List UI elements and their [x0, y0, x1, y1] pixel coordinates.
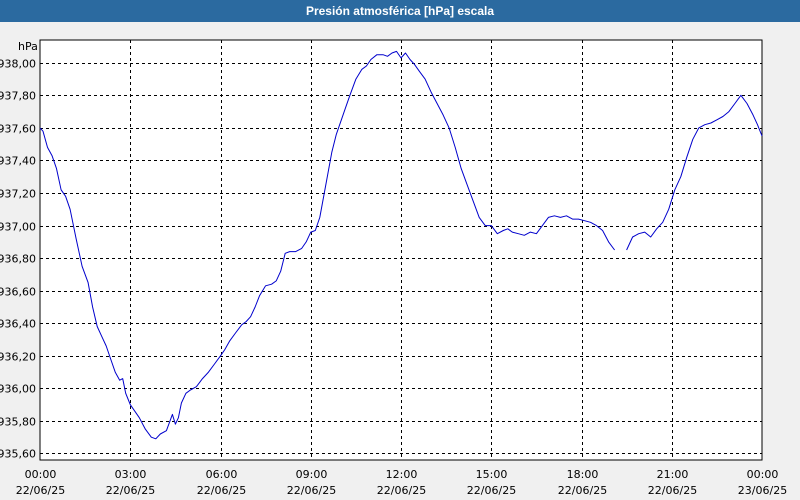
y-tick-label: 937,80	[0, 90, 36, 103]
y-tick-label: 937,60	[0, 123, 36, 136]
x-tick-time: 00:00	[747, 468, 779, 481]
y-tick-label: 937,20	[0, 188, 36, 201]
y-tick-label: 936,20	[0, 351, 36, 364]
x-tick-time: 15:00	[476, 468, 508, 481]
x-tick-date: 22/06/25	[558, 484, 607, 497]
y-tick-label: 935,60	[0, 448, 36, 461]
y-tick-labels: 935,60 935,80 936,00 936,20 936,40 936,60 936,…	[0, 58, 36, 461]
x-tick-time: 03:00	[115, 468, 147, 481]
y-tick-label: 937,00	[0, 221, 36, 234]
x-tick-time: 21:00	[657, 468, 689, 481]
x-tick-time: 06:00	[206, 468, 238, 481]
x-tick-time: 00:00	[25, 468, 57, 481]
x-tick-time: 18:00	[567, 468, 599, 481]
x-tick-labels: 00:00 22/06/25 03:00 22/06/25 06:00 22/06/25 0…	[16, 468, 787, 497]
y-tick-label: 936,80	[0, 253, 36, 266]
y-tick-label: 936,60	[0, 286, 36, 299]
y-tick-label: 938,00	[0, 58, 36, 71]
x-tick-time: 09:00	[296, 468, 328, 481]
y-tick-label: 936,40	[0, 318, 36, 331]
y-axis-unit-label: hPa	[18, 40, 38, 53]
y-tick-label: 937,40	[0, 155, 36, 168]
x-tick-date: 22/06/25	[467, 484, 516, 497]
x-tick-time: 12:00	[386, 468, 418, 481]
x-tick-date: 22/06/25	[197, 484, 246, 497]
pressure-chart: hPa 935,60 935,80 936,00 936,20 936,40 936,60…	[0, 39, 787, 497]
x-tick-date: 22/06/25	[287, 484, 336, 497]
x-tick-date: 22/06/25	[377, 484, 426, 497]
y-tick-label: 935,80	[0, 416, 36, 429]
x-tick-date: 22/06/25	[648, 484, 697, 497]
x-tick-date: 22/06/25	[106, 484, 155, 497]
x-tick-date: 22/06/25	[16, 484, 65, 497]
y-tick-label: 936,00	[0, 383, 36, 396]
x-tick-date: 23/06/25	[738, 484, 787, 497]
